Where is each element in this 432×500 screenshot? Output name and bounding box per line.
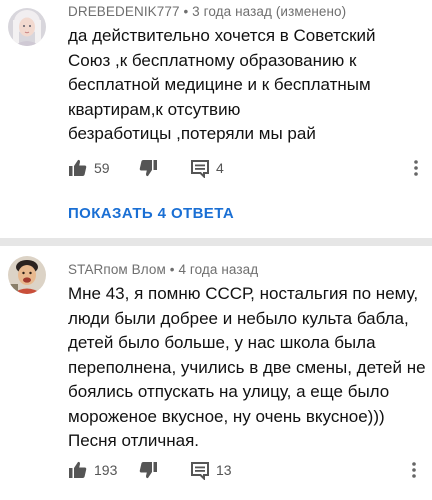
like-button[interactable]: 59: [68, 156, 110, 180]
more-options-button[interactable]: [408, 458, 420, 482]
comment-1: DREBEDENIK777 • 3 года назад (изменено) …: [0, 0, 432, 238]
avatar-image: [8, 8, 46, 46]
meta-separator: •: [169, 262, 175, 277]
reply-count: 4: [216, 160, 224, 176]
comment-time: 4 года назад: [178, 262, 259, 277]
like-count: 59: [94, 160, 110, 176]
comment-text-line: Союз ,к бесплатному образованию к: [68, 50, 357, 70]
thumbs-up-icon: [69, 159, 87, 176]
dislike-button[interactable]: [138, 156, 158, 180]
dislike-button[interactable]: [138, 458, 158, 482]
more-vertical-icon: [414, 160, 418, 176]
comment-divider: [0, 238, 432, 246]
comment-text-line: боялись отпускать на улицу, а еще было: [68, 382, 390, 401]
comment-text: Мне 43, я помню СССР, ностальгия по нему…: [68, 282, 426, 454]
avatar-image: [8, 256, 46, 294]
comment-2: STARпом Влом • 4 года назад Мне 43, я по…: [0, 246, 432, 500]
more-options-button[interactable]: [410, 156, 422, 180]
meta-separator: •: [183, 4, 189, 19]
comment-text-line: Мне 43, я помню СССР, ностальгия по нему…: [68, 284, 419, 303]
comment-text-line: Песня отличная.: [68, 431, 200, 450]
comment-meta: DREBEDENIK777 • 3 года назад (изменено): [68, 4, 346, 19]
reply-count: 13: [216, 462, 232, 478]
show-replies-button[interactable]: ПОКАЗАТЬ 4 ОТВЕТА: [68, 205, 234, 222]
thumbs-down-icon: [139, 462, 157, 479]
comment-text-line: да действительно хочется в Советский: [68, 26, 376, 45]
comment-actions: 193 13: [68, 458, 428, 482]
reply-comment-icon: [191, 462, 209, 480]
avatar[interactable]: [8, 8, 46, 46]
like-count: 193: [94, 462, 118, 478]
reply-button[interactable]: 13: [190, 458, 232, 482]
comment-time: 3 года назад (изменено): [192, 4, 347, 19]
author-name[interactable]: STARпом Влом: [68, 262, 166, 277]
comment-text-line: безработицы ,потеряли мы рай: [68, 124, 316, 143]
more-vertical-icon: [412, 462, 416, 478]
reply-comment-icon: [191, 160, 209, 178]
thumbs-up-icon: [69, 461, 87, 478]
thumbs-down-icon: [139, 160, 157, 177]
comment-text-line: бесплатной медицине и к бесплатным: [68, 75, 371, 94]
author-name[interactable]: DREBEDENIK777: [68, 4, 180, 19]
avatar[interactable]: [8, 256, 46, 294]
comment-text-line: переполнена, учились в две смены, детей …: [68, 357, 426, 377]
comment-actions: 59 4: [68, 156, 428, 180]
reply-button[interactable]: 4: [190, 156, 224, 180]
comment-text-line: квартирам,к отсутвию: [68, 99, 241, 119]
comment-text-line: детей было больше, у нас школа была: [68, 333, 376, 352]
comment-text-line: люди были добрее и небыло культа бабла,: [68, 308, 409, 328]
comment-meta: STARпом Влом • 4 года назад: [68, 262, 258, 277]
like-button[interactable]: 193: [68, 458, 117, 482]
comment-text-line: мороженое вкусное, ну очень вкусное))): [68, 406, 385, 426]
comment-text: да действительно хочется в Советский Сою…: [68, 24, 418, 147]
